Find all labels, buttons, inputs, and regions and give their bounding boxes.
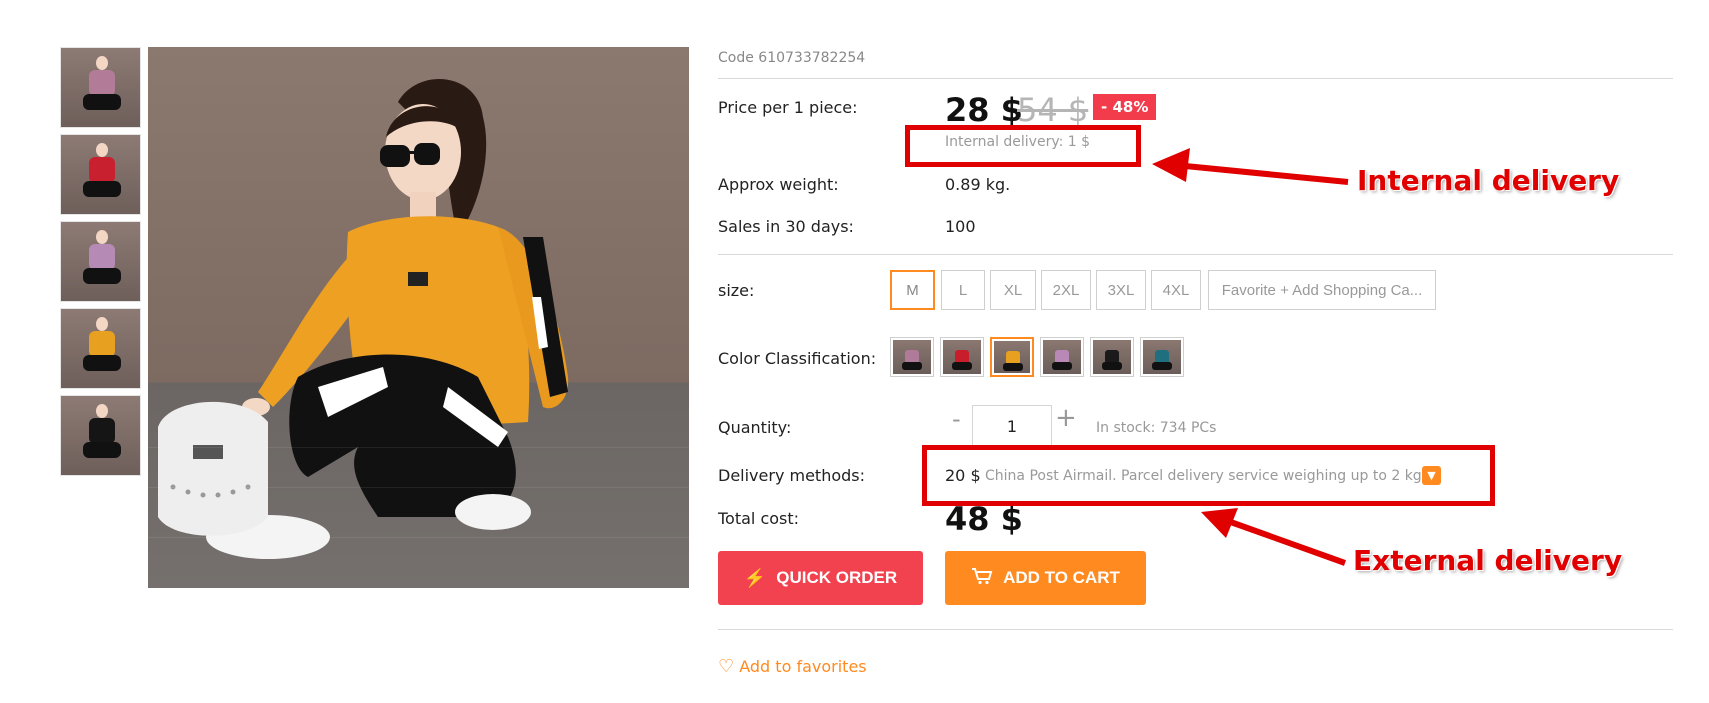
internal-delivery-annotation: Internal delivery: [1357, 164, 1620, 197]
annotation-arrows: [1152, 148, 1349, 566]
internal-delivery-arrow: [1152, 148, 1349, 185]
external-delivery-annotation: External delivery: [1353, 544, 1623, 577]
external-delivery-arrow: [1201, 508, 1347, 566]
